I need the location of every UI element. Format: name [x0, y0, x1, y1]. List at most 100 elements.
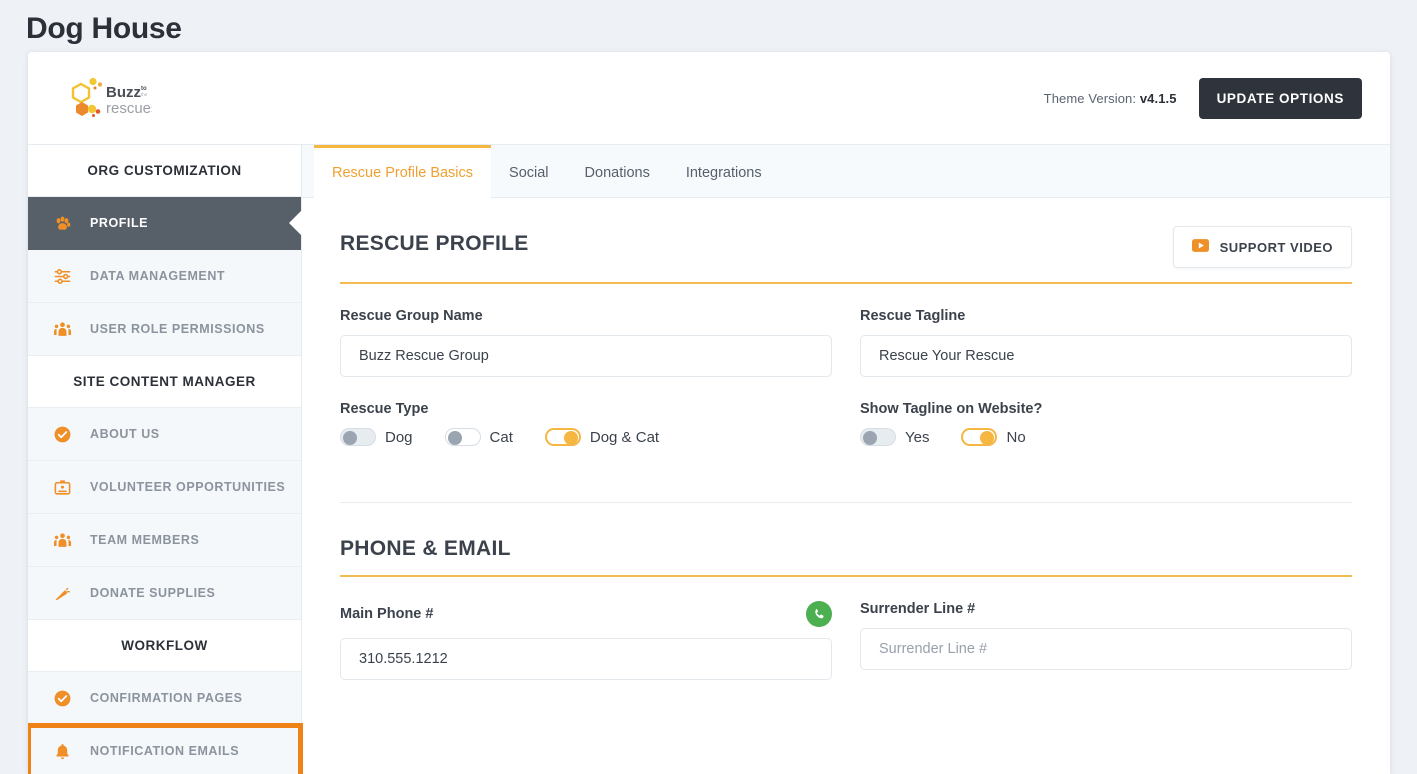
sidebar-group-header-site-content-manager: SITE CONTENT MANAGER: [28, 356, 301, 408]
sidebar-item-label: ABOUT US: [90, 427, 160, 441]
toggle-knob: [447, 431, 462, 445]
id-badge-icon: [52, 477, 72, 497]
svg-text:rescues: rescues: [106, 100, 152, 117]
section-rescue-profile: RESCUE PROFILE SUPPORT VIDEO Rescue Grou…: [340, 198, 1352, 446]
sidebar-item-volunteer-opportunities[interactable]: VOLUNTEER OPPORTUNITIES: [28, 461, 301, 514]
toggle-switch[interactable]: [340, 428, 376, 446]
sidebar-group-header-workflow: WORKFLOW: [28, 620, 301, 672]
sidebar-item-donate-supplies[interactable]: DONATE SUPPLIES: [28, 567, 301, 620]
sidebar-item-team-members[interactable]: TEAM MEMBERS: [28, 514, 301, 567]
toggle-switch[interactable]: [961, 428, 998, 446]
svg-text:the: the: [141, 92, 148, 97]
section-title: RESCUE PROFILE: [340, 232, 529, 255]
tab-donations[interactable]: Donations: [567, 145, 668, 197]
sidebar-item-profile[interactable]: PROFILE: [28, 197, 301, 250]
sidebar-item-data-management[interactable]: DATA MANAGEMENT: [28, 250, 301, 303]
main-panel: Rescue Profile Basics Social Donations I…: [301, 144, 1390, 774]
section-divider: [340, 575, 1352, 577]
sliders-icon: [52, 266, 72, 286]
surrender-line-input[interactable]: [860, 628, 1352, 670]
check-circle-icon: [52, 688, 72, 708]
topbar-actions: Theme Version: v4.1.5 UPDATE OPTIONS: [1044, 77, 1362, 119]
rescue-type-toggle-cat[interactable]: Cat: [444, 428, 513, 446]
main-phone-field: Main Phone #: [340, 601, 832, 680]
sidebar-item-label: CONFIRMATION PAGES: [90, 691, 243, 705]
toggle-label: Dog & Cat: [589, 428, 660, 446]
phone-valid-icon: [806, 601, 832, 627]
show-tagline-label: Show Tagline on Website?: [860, 401, 1043, 417]
app-card: Buzz to the rescues Theme Version: v4.1.…: [28, 52, 1390, 774]
main-phone-label-row: Main Phone #: [340, 601, 832, 627]
toggle-knob: [563, 431, 578, 445]
sidebar-item-about-us[interactable]: ABOUT US: [28, 408, 301, 461]
toggle-switch[interactable]: [544, 428, 581, 446]
section-phone-and-email: PHONE & EMAIL Main Phone # 310.555.1212 …: [340, 502, 1352, 680]
show-tagline-field: Show Tagline on Website? Yes No: [860, 401, 1352, 446]
users-icon: [52, 530, 72, 550]
brand-logo[interactable]: Buzz to the rescues: [68, 75, 152, 121]
rescue-type-toggle-dog[interactable]: Dog: [340, 428, 413, 446]
sidebar-item-confirmation-pages[interactable]: CONFIRMATION PAGES: [28, 672, 301, 725]
rescue-type-field: Rescue Type Dog Cat Dog & Cat: [340, 401, 832, 446]
section-header-row: PHONE & EMAIL: [340, 537, 1352, 561]
rescue-tagline-input[interactable]: [860, 335, 1352, 377]
section-title: PHONE & EMAIL: [340, 537, 511, 560]
sidebar-item-label: USER ROLE PERMISSIONS: [90, 322, 265, 336]
tab-social[interactable]: Social: [491, 145, 567, 197]
toggle-knob: [343, 431, 357, 445]
section-divider: [340, 282, 1352, 284]
tab-bar: Rescue Profile Basics Social Donations I…: [302, 145, 1390, 198]
sidebar-item-label: VOLUNTEER OPPORTUNITIES: [90, 480, 286, 494]
main-phone-label: Main Phone #: [340, 606, 434, 622]
svg-text:Buzz: Buzz: [106, 84, 141, 101]
support-video-button[interactable]: SUPPORT VIDEO: [1172, 226, 1352, 268]
buzz-to-the-rescues-logo-icon: Buzz to the rescues: [71, 77, 152, 117]
toggle-switch[interactable]: [444, 428, 481, 446]
rescue-group-name-field: Rescue Group Name: [340, 308, 832, 377]
show-tagline-toggle-no[interactable]: No: [961, 428, 1026, 446]
show-tagline-toggle-yes[interactable]: Yes: [860, 428, 929, 446]
sidebar-item-label: DONATE SUPPLIES: [90, 586, 216, 600]
toggle-knob: [980, 431, 995, 445]
toggle-label: No: [1006, 428, 1026, 446]
sidebar-item-label: DATA MANAGEMENT: [90, 269, 226, 283]
rescue-group-name-input[interactable]: [340, 335, 832, 377]
sidebar-item-notification-emails[interactable]: NOTIFICATION EMAILS: [28, 723, 303, 774]
rescue-type-label: Rescue Type: [340, 401, 429, 417]
phone-email-fields-row-1: Main Phone # Surrender Line #: [340, 601, 1352, 680]
section-header-row: RESCUE PROFILE SUPPORT VIDEO: [340, 226, 1352, 268]
rescue-type-toggle-dog-and-cat[interactable]: Dog & Cat: [544, 428, 660, 446]
theme-version: Theme Version: v4.1.5: [1044, 91, 1177, 106]
surrender-line-label: Surrender Line #: [860, 601, 976, 617]
tab-rescue-profile-basics[interactable]: Rescue Profile Basics: [314, 145, 492, 198]
sidebar-item-user-role-permissions[interactable]: USER ROLE PERMISSIONS: [28, 303, 301, 356]
tab-content: RESCUE PROFILE SUPPORT VIDEO Rescue Grou…: [302, 198, 1390, 774]
rescue-type-toggles: Dog Cat Dog & Cat: [340, 428, 832, 446]
toggle-label: Dog: [385, 428, 413, 446]
toggle-label: Cat: [489, 428, 513, 446]
rescue-tagline-label: Rescue Tagline: [860, 308, 966, 324]
toggle-switch[interactable]: [860, 428, 896, 446]
app-body: ORG CUSTOMIZATION PROFILE DATA MANAGEMEN…: [28, 144, 1390, 774]
bell-icon: [52, 741, 72, 761]
sidebar: ORG CUSTOMIZATION PROFILE DATA MANAGEMEN…: [28, 144, 303, 774]
users-icon: [52, 319, 72, 339]
carrot-icon: [52, 583, 72, 603]
check-circle-icon: [52, 424, 72, 444]
tab-integrations[interactable]: Integrations: [668, 145, 780, 197]
rescue-tagline-field: Rescue Tagline: [860, 308, 1352, 377]
page-title: Dog House: [26, 12, 182, 45]
video-play-icon: [1191, 239, 1209, 255]
support-video-label: SUPPORT VIDEO: [1219, 239, 1333, 255]
sidebar-item-label: NOTIFICATION EMAILS: [90, 744, 240, 758]
sidebar-group-header-org-customization: ORG CUSTOMIZATION: [28, 145, 301, 197]
main-phone-input[interactable]: [340, 638, 832, 680]
sidebar-item-label: TEAM MEMBERS: [90, 533, 200, 547]
rescue-profile-fields-row-1: Rescue Group Name Rescue Tagline: [340, 308, 1352, 377]
surrender-line-field: Surrender Line #: [860, 601, 1352, 680]
update-options-button[interactable]: UPDATE OPTIONS: [1198, 77, 1362, 119]
app-topbar: Buzz to the rescues Theme Version: v4.1.…: [28, 52, 1390, 144]
sidebar-item-label: PROFILE: [90, 216, 149, 230]
show-tagline-toggles: Yes No: [860, 428, 1352, 446]
toggle-knob: [863, 431, 877, 445]
